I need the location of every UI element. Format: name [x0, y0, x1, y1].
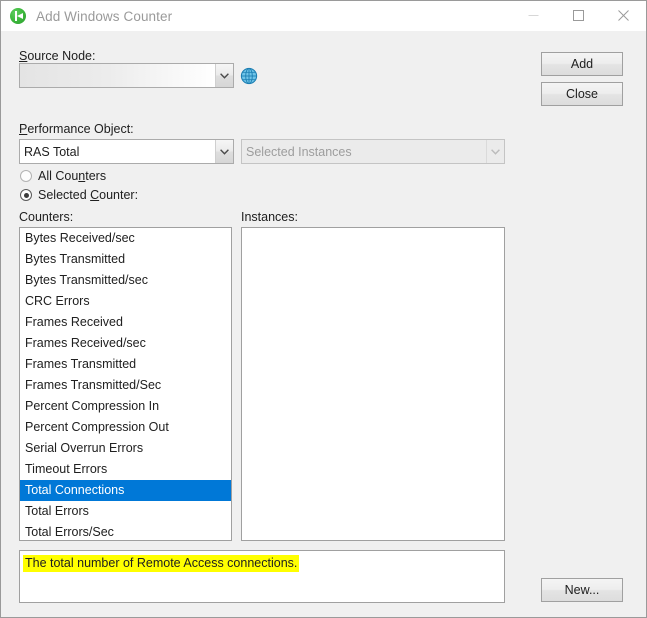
chevron-down-icon [486, 140, 504, 163]
new-button[interactable]: New... [541, 578, 623, 602]
radio-all-counters-label: All Counters [38, 169, 107, 183]
close-icon [618, 10, 629, 21]
source-node-combo[interactable] [19, 63, 234, 88]
chevron-down-icon [215, 64, 233, 87]
counter-list-item[interactable]: CRC Errors [20, 291, 231, 312]
counter-list-item[interactable]: Bytes Transmitted [20, 249, 231, 270]
instances-listbox[interactable] [241, 227, 505, 541]
radio-selected-counter[interactable]: Selected Counter: [20, 188, 138, 202]
radio-indicator [20, 189, 32, 201]
radio-all-counters[interactable]: All Counters [20, 169, 106, 183]
chevron-down-icon [215, 140, 233, 163]
counter-description-text-wrap: The total number of Remote Access connec… [23, 555, 500, 572]
counter-list-item[interactable]: Total Errors [20, 501, 231, 522]
counters-listbox[interactable]: Bytes Received/sec Bytes Transmitted Bytes… [19, 227, 232, 541]
minimize-icon [528, 15, 539, 16]
maximize-button[interactable] [556, 1, 601, 30]
source-node-label: Source Node: [19, 49, 96, 63]
counter-list-item[interactable]: Frames Transmitted [20, 354, 231, 375]
titlebar: Add Windows Counter [1, 1, 646, 31]
close-button[interactable] [601, 1, 646, 30]
performance-object-label: Performance Object: [19, 122, 134, 136]
counter-list-item[interactable]: Serial Overrun Errors [20, 438, 231, 459]
source-node-value [20, 64, 215, 87]
window-title: Add Windows Counter [36, 8, 173, 24]
counter-list-item[interactable]: Bytes Transmitted/sec [20, 270, 231, 291]
maximize-icon [573, 10, 584, 21]
radio-selected-counter-label: Selected Counter: [38, 188, 139, 202]
add-button[interactable]: Add [541, 52, 623, 76]
counter-description-text: The total number of Remote Access connec… [23, 555, 300, 572]
counter-list-item[interactable]: Bytes Received/sec [20, 228, 231, 249]
radio-indicator [20, 170, 32, 182]
performance-object-value: RAS Total [24, 144, 80, 159]
counter-list-item[interactable]: Timeout Errors [20, 459, 231, 480]
minimize-button[interactable] [511, 1, 556, 30]
selected-instances-combo: Selected Instances [241, 139, 505, 164]
close-button-action[interactable]: Close [541, 82, 623, 106]
kaseya-green-circle-icon [10, 8, 26, 24]
counter-list-item[interactable]: Frames Transmitted/Sec [20, 375, 231, 396]
counter-list-item[interactable]: Total Errors/Sec [20, 522, 231, 540]
counter-list-item[interactable]: Frames Received/sec [20, 333, 231, 354]
counter-list-item[interactable]: Percent Compression In [20, 396, 231, 417]
instances-label: Instances: [241, 210, 298, 224]
counter-list-item[interactable]: Frames Received [20, 312, 231, 333]
add-windows-counter-dialog: Add Windows Counter Source Node: Perform… [0, 0, 647, 618]
counters-label: Counters: [19, 210, 74, 224]
counter-description-panel: The total number of Remote Access connec… [19, 550, 505, 603]
counter-list-item[interactable]: Percent Compression Out [20, 417, 231, 438]
globe-icon[interactable] [240, 67, 258, 85]
counter-list-item[interactable]: Total Connections [20, 480, 231, 501]
selected-instances-value: Selected Instances [242, 140, 486, 163]
performance-object-combo[interactable]: RAS Total [19, 139, 234, 164]
